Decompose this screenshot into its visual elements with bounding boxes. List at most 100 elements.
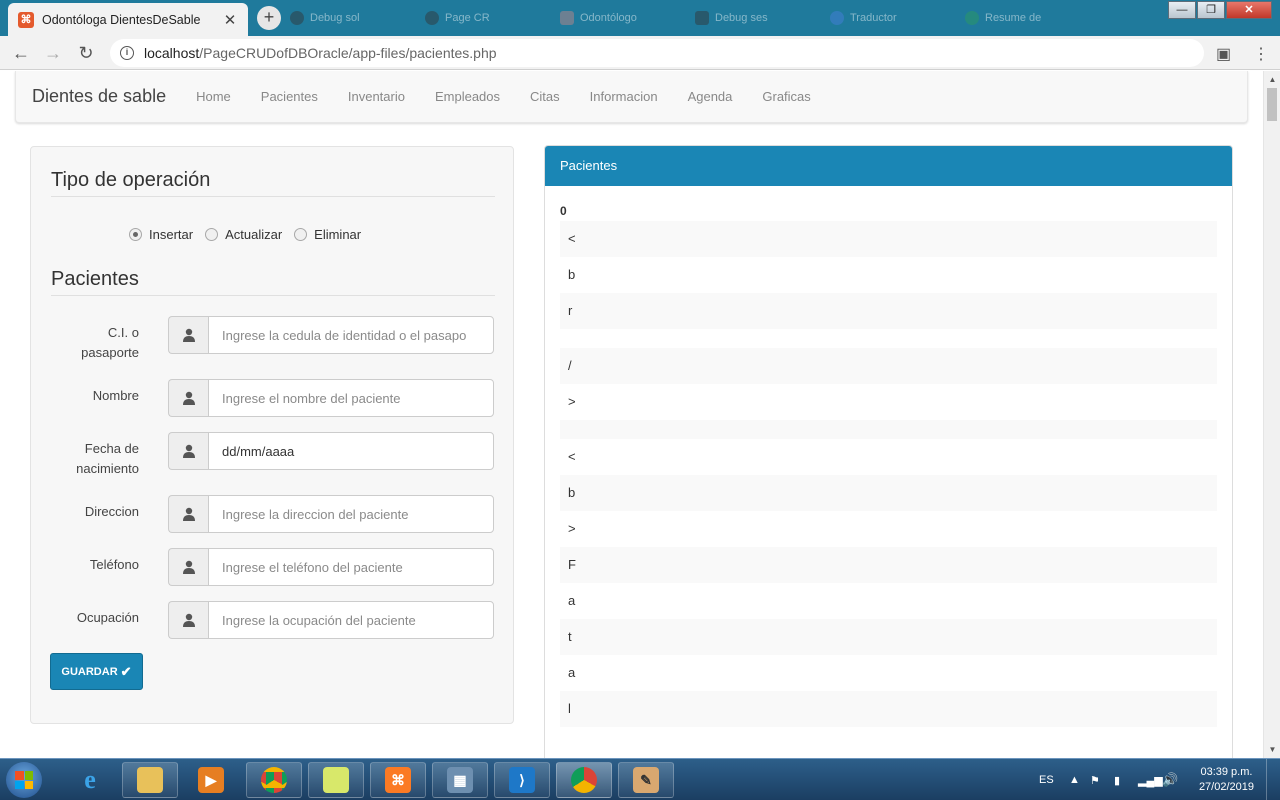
taskbar-media-player[interactable]: ▶ xyxy=(183,762,239,798)
window-controls: — ❐ ✕ xyxy=(1167,1,1272,19)
url-path: /PageCRUDofDBOracle/app-files/pacientes.… xyxy=(199,45,497,61)
field-label-telefono: Teléfono xyxy=(89,557,139,572)
nombre-input[interactable] xyxy=(208,379,494,417)
table-row: t xyxy=(560,619,1217,655)
volume-icon[interactable]: 🔊 xyxy=(1162,759,1178,800)
folder-icon xyxy=(137,767,163,793)
direccion-input[interactable] xyxy=(208,495,494,533)
start-button[interactable] xyxy=(6,762,42,798)
taskbar-xampp[interactable]: ⌘ xyxy=(370,762,426,798)
radio-insertar[interactable]: Insertar xyxy=(129,227,193,242)
table-row: r xyxy=(560,293,1217,329)
background-tab[interactable]: Debug sol xyxy=(290,6,360,30)
translate-favicon-icon xyxy=(830,11,844,25)
nav-link-informacion[interactable]: Informacion xyxy=(575,89,673,104)
nav-link-home[interactable]: Home xyxy=(181,89,246,104)
nav-link-empleados[interactable]: Empleados xyxy=(420,89,515,104)
scroll-thumb[interactable] xyxy=(1267,88,1277,121)
show-hidden-icons-icon[interactable]: ▲ xyxy=(1069,759,1080,800)
sticky-notes-icon xyxy=(323,767,349,793)
new-tab-button[interactable]: + xyxy=(257,6,281,30)
results-column-header: 0 xyxy=(560,204,567,218)
xampp-icon: ⌘ xyxy=(385,767,411,793)
taskbar-vscode[interactable]: ⟩ xyxy=(494,762,550,798)
system-clock[interactable]: 03:39 p.m. 27/02/2019 xyxy=(1199,765,1254,795)
table-row: F xyxy=(560,547,1217,583)
action-center-flag-icon[interactable]: ⚑ xyxy=(1090,759,1100,800)
operation-radio-group: Insertar Actualizar Eliminar xyxy=(129,227,373,242)
scroll-up-arrow-icon[interactable]: ▲ xyxy=(1264,71,1280,88)
page-viewport: Dientes de sable Home Pacientes Inventar… xyxy=(0,71,1263,758)
table-row: a xyxy=(568,593,576,608)
back-arrow-icon[interactable]: ← xyxy=(10,42,32,64)
taskbar-sticky-notes[interactable] xyxy=(308,762,364,798)
tab-title: Odontóloga DientesDeSable xyxy=(42,12,201,27)
background-tab[interactable]: Odontólogo xyxy=(560,6,637,30)
page-scrollbar[interactable]: ▲ ▼ xyxy=(1263,71,1280,758)
nav-link-agenda[interactable]: Agenda xyxy=(673,89,748,104)
table-row: a xyxy=(568,665,576,680)
reload-icon[interactable]: ↻ xyxy=(75,42,97,64)
taskbar-paint[interactable]: ✎ xyxy=(618,762,674,798)
network-signal-icon[interactable]: ▂▄▆ xyxy=(1138,759,1163,800)
nav-link-citas[interactable]: Citas xyxy=(515,89,575,104)
taskbar-chrome-2[interactable] xyxy=(556,762,612,798)
nav-link-pacientes[interactable]: Pacientes xyxy=(246,89,333,104)
ci-input[interactable] xyxy=(208,316,494,354)
windows-logo-icon xyxy=(15,771,33,789)
results-table-body: < b r / > < b > F a t a l xyxy=(560,221,1217,727)
fecha-nacimiento-input[interactable] xyxy=(208,432,494,470)
background-tab[interactable]: Resume de xyxy=(965,6,1041,30)
taskbar-explorer[interactable] xyxy=(122,762,178,798)
field-label-direccion: Direccion xyxy=(84,504,139,519)
table-row: b xyxy=(560,475,1217,511)
taskbar-chrome-1[interactable] xyxy=(246,762,302,798)
restore-button[interactable]: ❐ xyxy=(1197,1,1225,19)
profile-badge-icon[interactable]: ▣ xyxy=(1216,44,1231,64)
forward-arrow-icon[interactable]: → xyxy=(42,42,64,64)
radio-unchecked-icon[interactable] xyxy=(205,228,219,241)
power-icon[interactable]: ▮ xyxy=(1114,759,1120,800)
show-desktop-button[interactable] xyxy=(1266,759,1280,800)
chrome-icon xyxy=(261,767,287,793)
site-info-icon[interactable]: i xyxy=(120,46,134,60)
media-player-icon: ▶ xyxy=(198,767,224,793)
background-tab[interactable]: Debug ses xyxy=(695,6,768,30)
patients-section-title: Pacientes xyxy=(51,268,495,296)
taskbar-control-panel[interactable]: ▦ xyxy=(432,762,488,798)
radio-checked-icon[interactable] xyxy=(129,228,142,241)
tab-close-icon[interactable]: ✕ xyxy=(222,11,238,29)
save-button[interactable]: GUARDAR ✔ xyxy=(50,653,143,690)
address-bar[interactable]: i localhost/PageCRUDofDBOracle/app-files… xyxy=(110,39,1204,67)
navbar-brand[interactable]: Dientes de sable xyxy=(16,86,181,107)
user-icon xyxy=(168,379,208,417)
control-panel-icon: ▦ xyxy=(447,767,473,793)
nav-link-inventario[interactable]: Inventario xyxy=(333,89,420,104)
scroll-down-arrow-icon[interactable]: ▼ xyxy=(1264,741,1280,758)
patients-results-panel: Pacientes 0 < b r / > < b > F a t a l xyxy=(544,145,1233,758)
radio-eliminar[interactable]: Eliminar xyxy=(294,227,361,242)
internet-explorer-icon: e xyxy=(84,765,96,794)
background-tab[interactable]: Page CR xyxy=(425,6,490,30)
input-group-ci xyxy=(168,316,494,354)
save-button-label: GUARDAR xyxy=(61,665,118,678)
ocupacion-input[interactable] xyxy=(208,601,494,639)
table-row: l xyxy=(560,691,1217,727)
table-row: < xyxy=(568,449,576,464)
taskbar-ie[interactable]: e xyxy=(62,762,118,798)
radio-unchecked-icon[interactable] xyxy=(294,228,308,241)
chrome-icon xyxy=(571,767,597,793)
user-icon xyxy=(168,601,208,639)
page-favicon-icon xyxy=(965,11,979,25)
input-group-ocupacion xyxy=(168,601,494,639)
background-tab[interactable]: Traductor xyxy=(830,6,897,30)
browser-tab-active[interactable]: ⌘ Odontóloga DientesDeSable ✕ xyxy=(8,3,248,36)
radio-actualizar[interactable]: Actualizar xyxy=(205,227,282,242)
menu-kebab-icon[interactable]: ⋮ xyxy=(1253,44,1269,64)
language-indicator[interactable]: ES xyxy=(1039,759,1054,800)
telefono-input[interactable] xyxy=(208,548,494,586)
field-label-nombre: Nombre xyxy=(92,388,139,403)
minimize-button[interactable]: — xyxy=(1168,1,1196,19)
close-window-button[interactable]: ✕ xyxy=(1226,1,1272,19)
nav-link-graficas[interactable]: Graficas xyxy=(747,89,825,104)
